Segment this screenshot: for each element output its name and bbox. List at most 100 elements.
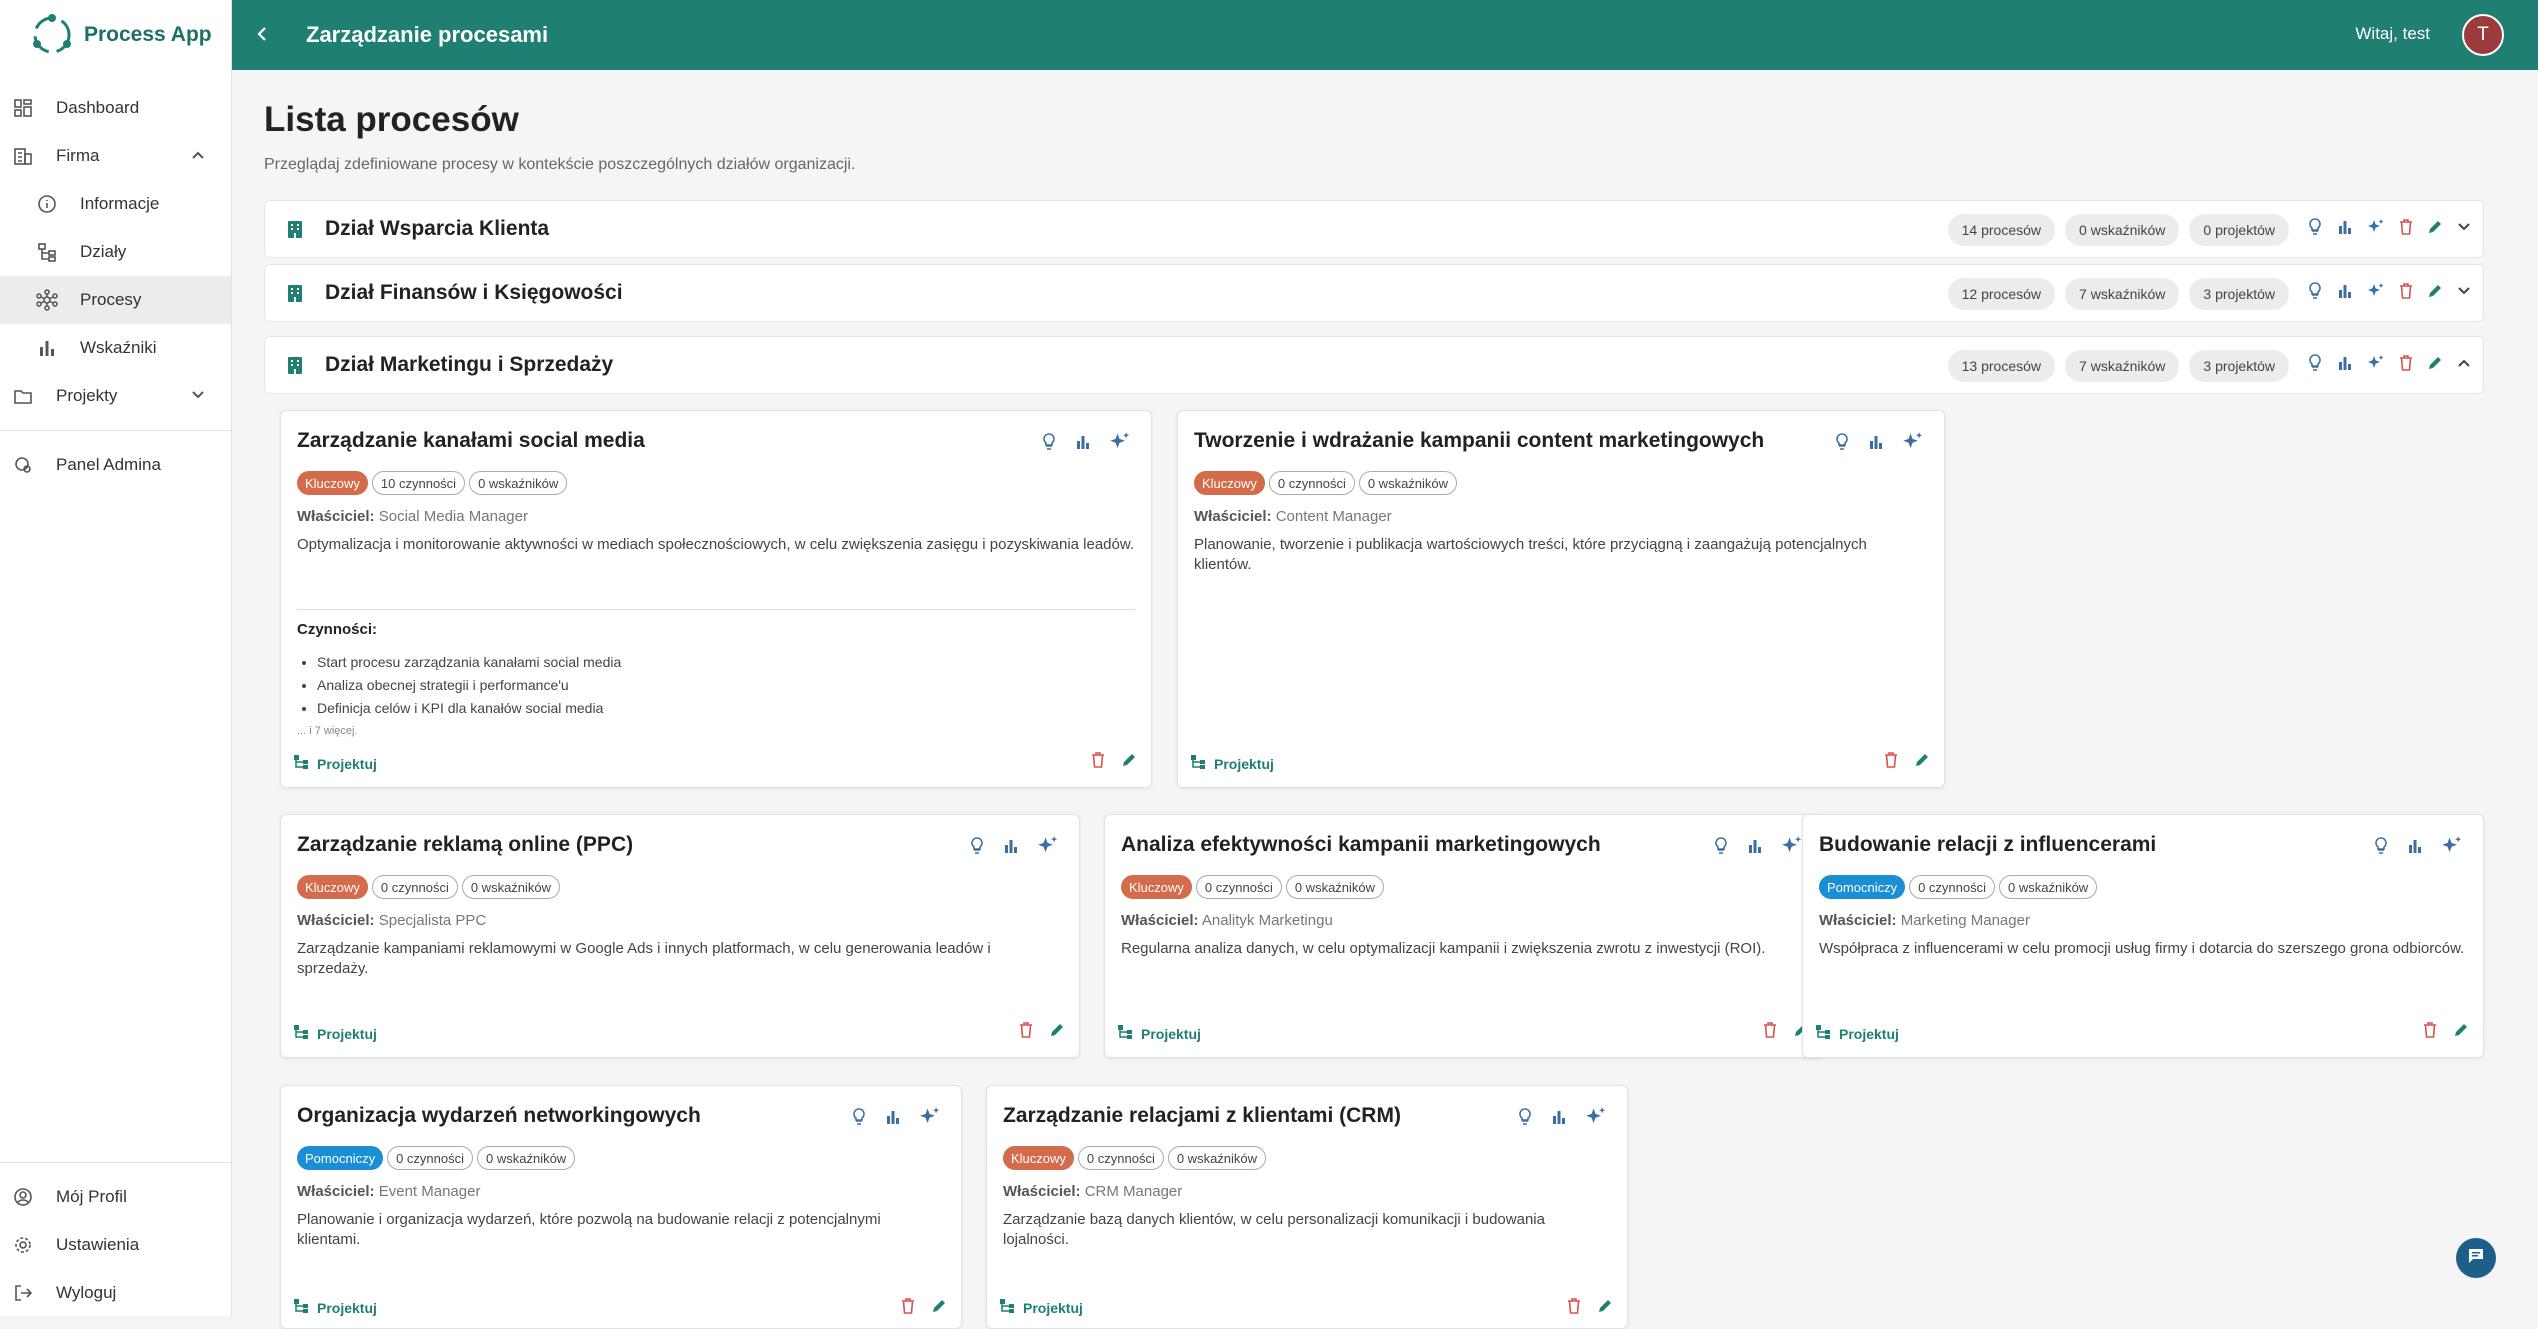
process-description: Regularna analiza danych, w celu optymal…	[1121, 940, 1766, 957]
sparkles-icon[interactable]	[2367, 218, 2385, 241]
nav-dzialy[interactable]: Działy	[0, 228, 231, 276]
department-row[interactable]: Dział Marketingu i Sprzedaży 13 procesów…	[264, 336, 2484, 394]
main-nav: Dashboard Firma Informacje Działy Proces…	[0, 84, 231, 489]
activities-badge: 0 czynności	[1195, 875, 1282, 899]
process-description: Współpraca z influencerami w celu promoc…	[1819, 940, 2465, 957]
lightbulb-icon[interactable]	[969, 837, 985, 860]
process-card[interactable]: Tworzenie i wdrażanie kampanii content m…	[1177, 410, 1945, 788]
process-description: Planowanie i organizacja wydarzeń, które…	[297, 1211, 881, 1248]
design-label: Projektuj	[1214, 755, 1274, 772]
trash-icon[interactable]	[2399, 219, 2413, 240]
bar-chart-icon[interactable]	[1551, 1109, 1567, 1130]
process-card[interactable]: Budowanie relacji z influencerami Pomocn…	[1802, 814, 2484, 1058]
sparkles-icon[interactable]	[2441, 835, 2463, 862]
lightbulb-icon[interactable]	[1517, 1108, 1533, 1131]
design-link[interactable]: Projektuj	[1190, 754, 1274, 773]
lightbulb-icon[interactable]	[851, 1108, 867, 1131]
bar-chart-icon[interactable]	[1075, 434, 1091, 455]
trash-icon[interactable]	[1091, 752, 1105, 773]
pencil-icon[interactable]	[1121, 752, 1137, 773]
owner-label: Właściciel:	[1003, 1183, 1081, 1200]
department-name: Dział Wsparcia Klienta	[325, 217, 550, 240]
nav-panel-admina[interactable]: Panel Admina	[0, 441, 231, 489]
trash-icon[interactable]	[2423, 1022, 2437, 1043]
card-divider	[297, 609, 1135, 610]
process-card[interactable]: Zarządzanie kanałami social media Kluczo…	[280, 410, 1152, 788]
nav-dashboard[interactable]: Dashboard	[0, 84, 231, 132]
department-row[interactable]: Dział Finansów i Księgowości 12 procesów…	[264, 264, 2484, 322]
bar-chart-icon[interactable]	[2407, 838, 2423, 859]
chat-button[interactable]	[2456, 1238, 2496, 1278]
lightbulb-icon[interactable]	[2307, 282, 2323, 305]
sidebar: Process App Dashboard Firma Informacje D…	[0, 0, 232, 1316]
pencil-icon[interactable]	[2427, 219, 2443, 240]
design-link[interactable]: Projektuj	[293, 754, 377, 773]
bar-chart-icon[interactable]	[1003, 838, 1019, 859]
sparkles-icon[interactable]	[1109, 431, 1131, 458]
nav-wyloguj[interactable]: Wyloguj	[0, 1269, 231, 1317]
pencil-icon[interactable]	[1049, 1022, 1065, 1043]
sparkles-icon[interactable]	[1781, 835, 1803, 862]
design-link[interactable]: Projektuj	[999, 1298, 1083, 1317]
design-label: Projektuj	[1839, 1025, 1899, 1042]
pencil-icon[interactable]	[2427, 283, 2443, 304]
bar-chart-icon[interactable]	[2337, 283, 2353, 304]
pencil-icon[interactable]	[1914, 752, 1930, 773]
chevron-down-icon[interactable]	[2457, 284, 2471, 303]
design-link[interactable]: Projektuj	[1117, 1024, 1201, 1043]
design-link[interactable]: Projektuj	[1815, 1024, 1899, 1043]
type-badge: Pomocniczy	[297, 1146, 384, 1170]
owner-line: Właściciel: Social Media Manager	[297, 508, 528, 525]
back-button[interactable]	[232, 22, 292, 48]
nav-informacje[interactable]: Informacje	[0, 180, 231, 228]
sparkles-icon[interactable]	[2367, 282, 2385, 305]
process-title: Zarządzanie kanałami social media	[297, 429, 645, 452]
logo-icon	[33, 14, 71, 54]
nav-wskazniki[interactable]: Wskaźniki	[0, 324, 231, 372]
department-row[interactable]: Dział Wsparcia Klienta 14 procesów 0 wsk…	[264, 200, 2484, 258]
trash-icon[interactable]	[2399, 355, 2413, 376]
nav-procesy[interactable]: Procesy	[0, 276, 231, 324]
chevron-up-icon[interactable]	[2457, 356, 2471, 375]
process-card[interactable]: Analiza efektywności kampanii marketingo…	[1104, 814, 1824, 1058]
sparkles-icon[interactable]	[2367, 354, 2385, 377]
nav-projekty[interactable]: Projekty	[0, 372, 231, 420]
lightbulb-icon[interactable]	[1834, 433, 1850, 456]
trash-icon[interactable]	[1884, 752, 1898, 773]
sparkles-icon[interactable]	[1037, 835, 1059, 862]
nav-firma[interactable]: Firma	[0, 132, 231, 180]
process-card[interactable]: Organizacja wydarzeń networkingowych Pom…	[280, 1085, 962, 1329]
lightbulb-icon[interactable]	[1713, 837, 1729, 860]
nav-moj-profil[interactable]: Mój Profil	[0, 1173, 231, 1221]
bar-chart-icon[interactable]	[2337, 219, 2353, 240]
trash-icon[interactable]	[1763, 1022, 1777, 1043]
sparkles-icon[interactable]	[919, 1106, 941, 1133]
lightbulb-icon[interactable]	[2307, 218, 2323, 241]
sparkles-icon[interactable]	[1902, 431, 1924, 458]
lightbulb-icon[interactable]	[2373, 837, 2389, 860]
trash-icon[interactable]	[2399, 283, 2413, 304]
process-card[interactable]: Zarządzanie reklamą online (PPC) Kluczow…	[280, 814, 1080, 1058]
design-link[interactable]: Projektuj	[293, 1298, 377, 1317]
bar-chart-icon[interactable]	[885, 1109, 901, 1130]
bar-chart-icon[interactable]	[1747, 838, 1763, 859]
trash-icon[interactable]	[1019, 1022, 1033, 1043]
bar-chart-icon[interactable]	[1868, 434, 1884, 455]
sparkles-icon[interactable]	[1585, 1106, 1607, 1133]
card-badges: Pomocniczy 0 czynności 0 wskaźników	[1819, 875, 2098, 899]
workflow-icon	[293, 1298, 309, 1317]
nav-label: Wyloguj	[56, 1283, 117, 1302]
nav-ustawienia[interactable]: Ustawienia	[0, 1221, 231, 1269]
lightbulb-icon[interactable]	[2307, 354, 2323, 377]
lightbulb-icon[interactable]	[1041, 433, 1057, 456]
pencil-icon[interactable]	[2453, 1022, 2469, 1043]
design-link[interactable]: Projektuj	[293, 1024, 377, 1043]
card-actions	[1713, 835, 1803, 862]
user-avatar[interactable]: T	[2462, 14, 2504, 56]
app-logo[interactable]: Process App	[0, 0, 231, 70]
chevron-down-icon[interactable]	[2457, 220, 2471, 239]
process-card[interactable]: Zarządzanie relacjami z klientami (CRM) …	[986, 1085, 1628, 1329]
card-actions	[851, 1106, 941, 1133]
pencil-icon[interactable]	[2427, 355, 2443, 376]
bar-chart-icon[interactable]	[2337, 355, 2353, 376]
